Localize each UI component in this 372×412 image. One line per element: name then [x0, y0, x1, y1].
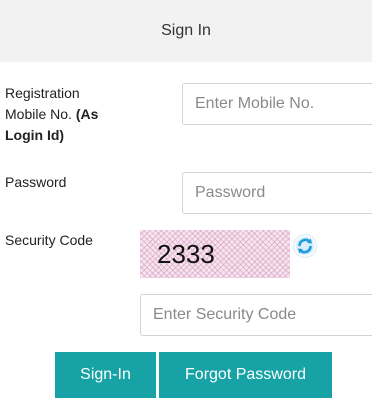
mobile-label-line3: Login Id) — [5, 125, 98, 146]
captcha-image: 2333 — [140, 230, 290, 278]
password-label: Password — [5, 174, 67, 190]
mobile-label-line3-bold: Login Id) — [5, 127, 65, 143]
header-bar: Sign In — [0, 0, 372, 62]
security-code-label: Security Code — [5, 232, 93, 248]
refresh-icon[interactable] — [292, 233, 318, 259]
mobile-label-line2: Mobile No. (As — [5, 104, 98, 125]
password-input[interactable] — [182, 172, 372, 214]
mobile-label-line1: Registration — [5, 85, 80, 101]
security-code-input[interactable] — [140, 294, 372, 336]
sign-in-button[interactable]: Sign-In — [55, 352, 156, 398]
page-title: Sign In — [161, 22, 211, 39]
captcha-text: 2333 — [157, 238, 215, 269]
mobile-number-input[interactable] — [182, 83, 372, 125]
mobile-label-line2-bold: (As — [75, 106, 99, 122]
mobile-label: Registration Mobile No. (As Login Id) — [5, 83, 98, 146]
mobile-label-line2-text: Mobile No. — [5, 106, 76, 122]
forgot-password-button[interactable]: Forgot Password — [159, 352, 332, 398]
